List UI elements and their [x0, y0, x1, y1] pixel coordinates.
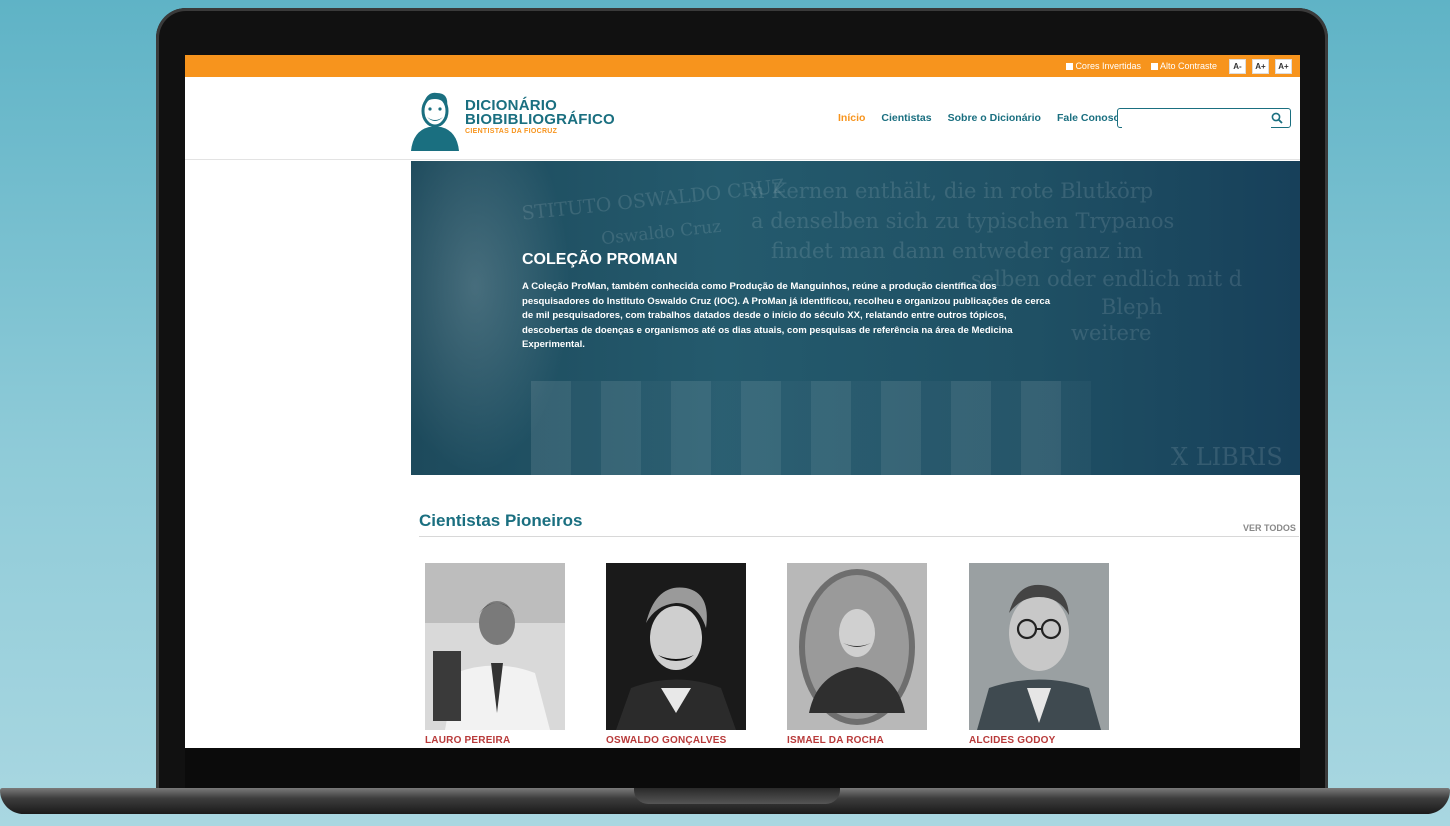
hero-title: COLEÇÃO PROMAN — [522, 251, 678, 268]
search-input[interactable] — [1122, 110, 1271, 129]
laptop-bezel-bottom — [185, 748, 1300, 788]
laptop-notch — [634, 788, 840, 804]
inverted-colors-checkbox[interactable] — [1066, 62, 1074, 70]
logo-portrait-icon — [411, 92, 459, 151]
hero-bg-text: Bleph — [1101, 295, 1163, 319]
scientist-photo[interactable] — [969, 563, 1109, 730]
scientist-name[interactable]: LAURO PEREIRA — [425, 735, 565, 746]
accessibility-bar: Cores Invertidas Alto Contraste A- A+ A+ — [185, 55, 1300, 77]
inverted-colors-option[interactable]: Cores Invertidas — [1066, 61, 1141, 71]
hero-bg-text: X LIBRIS — [1171, 443, 1283, 471]
search-box — [1117, 108, 1291, 129]
scientist-photo[interactable] — [425, 563, 565, 730]
high-contrast-option[interactable]: Alto Contraste — [1150, 61, 1217, 71]
logo-title-line2: BIOBIBLIOGRÁFICO — [465, 111, 615, 128]
scientist-card[interactable]: ISMAEL DA ROCHA — [787, 563, 927, 746]
high-contrast-checkbox[interactable] — [1150, 62, 1158, 70]
site-header: DICIONÁRIO BIOBIBLIOGRÁFICO CIENTISTAS D… — [185, 77, 1300, 160]
hero-bg-text: n Kernen enthält, die in rote Blutkörp — [751, 179, 1154, 203]
nav-item-inicio[interactable]: Início — [838, 112, 865, 124]
font-decrease-button[interactable]: A- — [1229, 58, 1246, 74]
inverted-colors-label: Cores Invertidas — [1075, 61, 1141, 71]
font-reset-button[interactable]: A+ — [1252, 58, 1269, 74]
search-icon[interactable] — [1271, 112, 1283, 124]
hero-bg-text: weitere — [1071, 321, 1152, 345]
main-nav: Início Cientistas Sobre o Dicionário Fal… — [838, 112, 1126, 124]
hero-bg-text: Oswaldo Cruz — [600, 216, 723, 250]
hero-bg-text: findet man dann entweder ganz im — [771, 239, 1144, 263]
scientist-name[interactable]: ALCIDES GODOY — [969, 735, 1109, 746]
see-all-link[interactable]: VER TODOS — [1243, 523, 1296, 533]
font-increase-button[interactable]: A+ — [1275, 58, 1292, 74]
hero-banner: STITUTO OSWALDO CRUZ Oswaldo Cruz n Kern… — [411, 161, 1300, 475]
nav-item-sobre[interactable]: Sobre o Dicionário — [948, 112, 1041, 124]
scientist-card[interactable]: OSWALDO GONÇALVES — [606, 563, 746, 746]
hero-group-photo — [531, 381, 1091, 475]
high-contrast-label: Alto Contraste — [1159, 61, 1217, 71]
browser-screen: Cores Invertidas Alto Contraste A- A+ A+… — [185, 55, 1300, 748]
scientist-photo[interactable] — [606, 563, 746, 730]
site-logo[interactable]: DICIONÁRIO BIOBIBLIOGRÁFICO CIENTISTAS D… — [407, 87, 615, 151]
scientist-card[interactable]: ALCIDES GODOY — [969, 563, 1109, 746]
scientist-name[interactable]: ISMAEL DA ROCHA — [787, 735, 927, 746]
scientist-card[interactable]: LAURO PEREIRA — [425, 563, 565, 746]
hero-description: A Coleção ProMan, também conhecida como … — [522, 281, 1051, 350]
nav-item-cientistas[interactable]: Cientistas — [881, 112, 931, 124]
scientist-photo[interactable] — [787, 563, 927, 730]
scientist-name[interactable]: OSWALDO GONÇALVES — [606, 735, 746, 746]
hero-bg-text: a denselben sich zu typischen Trypanos — [751, 209, 1175, 233]
section-title: Cientistas Pioneiros — [419, 511, 583, 530]
section-divider — [419, 536, 1299, 537]
logo-subtitle: CIENTISTAS DA FIOCRUZ — [465, 128, 558, 135]
nav-item-fale-conosco[interactable]: Fale Conosco — [1057, 112, 1126, 124]
